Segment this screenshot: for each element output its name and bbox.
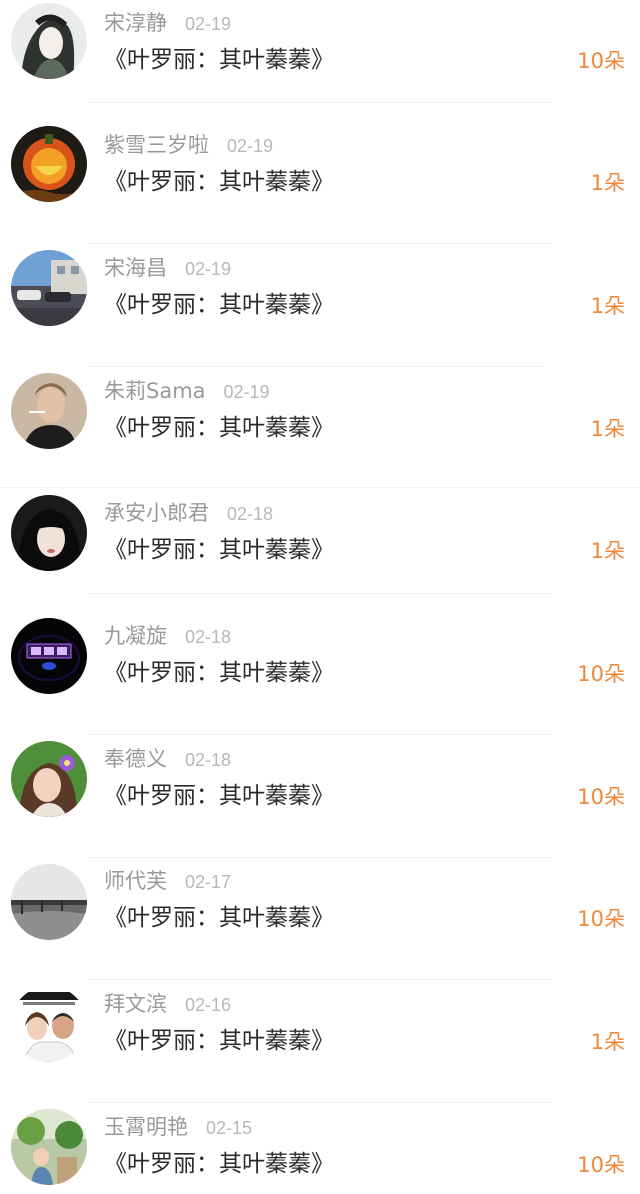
book-title: 《叶罗丽：其叶蓁蓁》	[104, 1151, 334, 1177]
user-name: 师代芙 02-17	[104, 869, 232, 893]
flower-count: 10朵	[577, 1153, 625, 1177]
divider	[0, 487, 640, 488]
avatar-bridge-landscape-icon[interactable]	[11, 864, 87, 940]
divider	[88, 366, 544, 367]
gift-date: 02-19	[223, 382, 270, 402]
divider	[88, 1102, 552, 1103]
flower-count: 1朵	[590, 294, 625, 318]
avatar-woman-smoking-icon[interactable]	[11, 373, 87, 449]
avatar-girl-illustration-icon[interactable]	[11, 3, 87, 79]
gift-record-list: 宋淳静 02-19 《叶罗丽：其叶蓁蓁》 10朵 紫雪三岁啦 02-19 《叶罗丽：…	[0, 0, 640, 1194]
book-title: 《叶罗丽：其叶蓁蓁》	[104, 47, 334, 73]
gift-date: 02-16	[185, 995, 232, 1015]
user-name: 承安小郎君 02-18	[104, 501, 274, 525]
flower-count: 10朵	[577, 907, 625, 931]
gift-date: 02-19	[185, 14, 232, 34]
divider	[88, 734, 552, 735]
gift-date: 02-15	[206, 1118, 253, 1138]
book-title: 《叶罗丽：其叶蓁蓁》	[104, 1028, 334, 1054]
user-name: 玉霄明艳 02-15	[104, 1115, 253, 1139]
book-title: 《叶罗丽：其叶蓁蓁》	[104, 292, 334, 318]
user-name: 奉德义 02-18	[104, 747, 232, 771]
list-item[interactable]: 宋淳静 02-19 《叶罗丽：其叶蓁蓁》 10朵	[0, 0, 640, 122]
list-item[interactable]: 师代芙 02-17 《叶罗丽：其叶蓁蓁》 10朵	[0, 858, 640, 980]
gift-date: 02-19	[227, 136, 274, 156]
divider	[88, 593, 552, 594]
list-item[interactable]: 玉霄明艳 02-15 《叶罗丽：其叶蓁蓁》 10朵	[0, 1104, 640, 1194]
user-name: 拜文滨 02-16	[104, 992, 232, 1016]
avatar-cars-building-icon[interactable]	[11, 250, 87, 326]
book-title: 《叶罗丽：其叶蓁蓁》	[104, 169, 334, 195]
avatar-neon-sign-icon[interactable]	[11, 618, 87, 694]
user-name: 朱莉Sama 02-19	[104, 379, 270, 403]
divider	[88, 979, 552, 980]
avatar-woman-flower-icon[interactable]	[11, 741, 87, 817]
gift-date: 02-18	[185, 750, 232, 770]
book-title: 《叶罗丽：其叶蓁蓁》	[104, 660, 334, 686]
flower-count: 1朵	[590, 1030, 625, 1054]
list-item[interactable]: 宋海昌 02-19 《叶罗丽：其叶蓁蓁》 1朵	[0, 245, 640, 367]
user-name: 宋海昌 02-19	[104, 256, 232, 280]
user-name: 紫雪三岁啦 02-19	[104, 133, 274, 157]
divider	[88, 102, 552, 103]
gift-date: 02-18	[227, 504, 274, 524]
list-item[interactable]: 拜文滨 02-16 《叶罗丽：其叶蓁蓁》 1朵	[0, 981, 640, 1103]
book-title: 《叶罗丽：其叶蓁蓁》	[104, 905, 334, 931]
list-item[interactable]: 承安小郎君 02-18 《叶罗丽：其叶蓁蓁》 1朵	[0, 490, 640, 612]
list-item[interactable]: 九凝旋 02-18 《叶罗丽：其叶蓁蓁》 10朵	[0, 613, 640, 735]
user-name: 九凝旋 02-18	[104, 624, 232, 648]
book-title: 《叶罗丽：其叶蓁蓁》	[104, 537, 334, 563]
book-title: 《叶罗丽：其叶蓁蓁》	[104, 783, 334, 809]
list-item[interactable]: 奉德义 02-18 《叶罗丽：其叶蓁蓁》 10朵	[0, 736, 640, 858]
flower-count: 10朵	[577, 662, 625, 686]
list-item[interactable]: 紫雪三岁啦 02-19 《叶罗丽：其叶蓁蓁》 1朵	[0, 122, 640, 244]
avatar-couple-poster-icon[interactable]	[11, 986, 87, 1062]
avatar-pumpkin-lantern-icon[interactable]	[11, 126, 87, 202]
gift-date: 02-18	[185, 627, 232, 647]
gift-date: 02-17	[185, 872, 232, 892]
book-title: 《叶罗丽：其叶蓁蓁》	[104, 415, 334, 441]
flower-count: 10朵	[577, 785, 625, 809]
flower-count: 10朵	[577, 49, 625, 73]
flower-count: 1朵	[590, 539, 625, 563]
avatar-child-plants-icon[interactable]	[11, 1109, 87, 1185]
flower-count: 1朵	[590, 171, 625, 195]
gift-date: 02-19	[185, 259, 232, 279]
avatar-dark-hair-girl-icon[interactable]	[11, 495, 87, 571]
divider	[88, 243, 552, 244]
user-name: 宋淳静 02-19	[104, 11, 232, 35]
flower-count: 1朵	[590, 417, 625, 441]
list-item[interactable]: 朱莉Sama 02-19 《叶罗丽：其叶蓁蓁》 1朵	[0, 368, 640, 490]
